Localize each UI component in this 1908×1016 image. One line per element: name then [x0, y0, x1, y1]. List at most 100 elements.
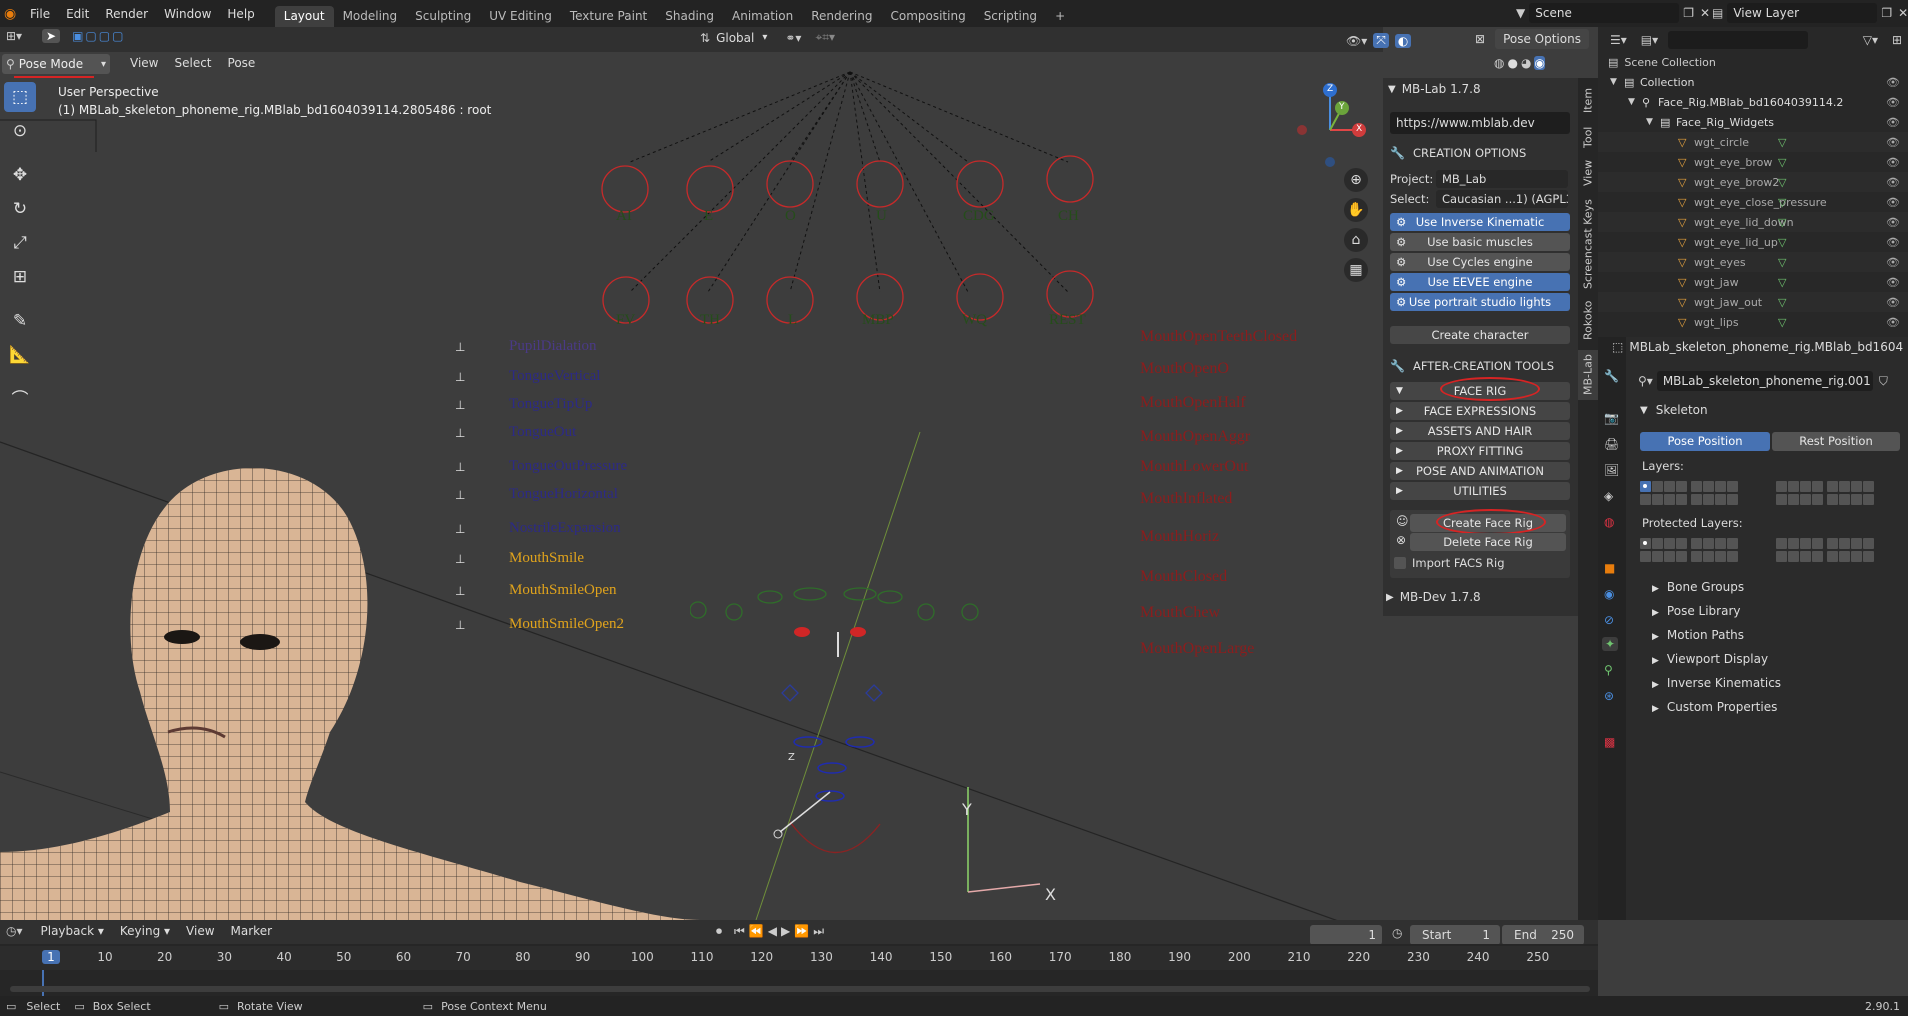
layer-cell[interactable] — [1863, 481, 1874, 492]
texture-tab-icon[interactable]: ▩ — [1604, 735, 1615, 749]
layer-cell[interactable] — [1664, 481, 1675, 492]
eye-icon[interactable]: 👁 — [1886, 236, 1900, 249]
menu-pose[interactable]: Pose — [220, 56, 264, 70]
layer-cell[interactable] — [1727, 551, 1738, 562]
creation-toggle-button[interactable]: ⚙ Use portrait studio lights — [1390, 293, 1570, 311]
layer-cell[interactable] — [1800, 494, 1811, 505]
layer-cell[interactable] — [1800, 551, 1811, 562]
delete-scene-icon[interactable]: ✕ — [1700, 6, 1710, 20]
layer-cell[interactable] — [1664, 494, 1675, 505]
layer-cell[interactable] — [1715, 481, 1726, 492]
skeleton-panel-header[interactable]: ▼ Skeleton — [1640, 403, 1708, 417]
outliner-search-input[interactable] — [1668, 31, 1809, 49]
layer-cell[interactable] — [1727, 494, 1738, 505]
rendered-shading-icon[interactable]: ◉ — [1534, 56, 1545, 70]
tool-tab-icon[interactable]: 🔧 — [1604, 369, 1619, 383]
playback-dropdown[interactable]: Playback ▾ — [33, 924, 112, 938]
camera-icon[interactable]: ⌂ — [1344, 228, 1368, 252]
layer-cell[interactable] — [1827, 551, 1838, 562]
delete-view-layer-icon[interactable]: ✕ — [1898, 6, 1908, 20]
shape-key-label[interactable]: MouthOpenHalf — [1140, 394, 1246, 412]
import-facs-row[interactable]: Import FACS Rig — [1394, 556, 1505, 570]
outliner-row[interactable]: ▽ 👁 wgt_eye_brow ▽ — [1598, 152, 1908, 172]
properties-subpanel[interactable]: ▶ Motion Paths — [1652, 628, 1744, 642]
viewport[interactable]: AI E O U CDG CH FV TH L MBP WQ REST ⊥ Pup… — [0, 52, 1383, 920]
tab-layout[interactable]: Layout — [274, 6, 334, 27]
pan-hand-icon[interactable]: ✋ — [1344, 198, 1368, 222]
eye-icon[interactable]: 👁 — [1886, 96, 1900, 109]
disclosure-arrow-icon[interactable]: ▼ — [1610, 77, 1617, 87]
tab-scripting[interactable]: Scripting — [975, 6, 1046, 27]
scene-field[interactable]: Scene — [1529, 3, 1680, 23]
outliner-row[interactable]: ▽ 👁 wgt_eyes ▽ — [1598, 252, 1908, 272]
transform-tool-icon[interactable]: ⊞ — [4, 262, 36, 292]
scene-tab-icon[interactable]: ◈ — [1604, 489, 1613, 503]
tab-item[interactable]: Item — [1578, 82, 1598, 118]
layer-cell[interactable] — [1664, 538, 1675, 549]
shape-key-label[interactable]: MouthOpenAggr — [1140, 428, 1250, 446]
tab-rendering[interactable]: Rendering — [802, 6, 881, 27]
layer-cell[interactable] — [1776, 481, 1787, 492]
display-mode-icon[interactable]: ▤▾ — [1641, 33, 1658, 47]
material-shading-icon[interactable]: ◕ — [1521, 56, 1531, 70]
tab-compositing[interactable]: Compositing — [881, 6, 974, 27]
outliner-row[interactable]: ▽ 👁 wgt_jaw_out ▽ — [1598, 292, 1908, 312]
eye-icon[interactable]: 👁 — [1886, 256, 1900, 269]
clock-icon[interactable]: ◷▾ — [6, 924, 23, 938]
armature-name-field[interactable]: MBLab_skeleton_phoneme_rig.001 — [1656, 371, 1873, 391]
layer-cell[interactable] — [1727, 481, 1738, 492]
jump-start-icon[interactable]: ⏮ — [734, 924, 745, 939]
layer-cell[interactable] — [1652, 538, 1663, 549]
layer-cell[interactable] — [1676, 481, 1687, 492]
layer-cell[interactable] — [1851, 481, 1862, 492]
menu-timeline-view[interactable]: View — [178, 924, 222, 938]
menu-window[interactable]: Window — [156, 7, 219, 21]
layer-cell[interactable] — [1812, 494, 1823, 505]
shape-key-label[interactable]: MouthHoriz — [1140, 528, 1219, 546]
outliner-row[interactable]: ▽ 👁 wgt_jaw ▽ — [1598, 272, 1908, 292]
layer-cell[interactable] — [1676, 494, 1687, 505]
mbdev-panel-header[interactable]: ▶ MB-Dev 1.7.8 — [1386, 590, 1481, 604]
tab-modeling[interactable]: Modeling — [334, 6, 407, 27]
mblab-panel-header[interactable]: ▼ MB-Lab 1.7.8 — [1388, 82, 1481, 96]
eye-icon[interactable]: 👁 — [1886, 116, 1900, 129]
end-frame-field[interactable]: End 250 — [1502, 925, 1584, 945]
eye-icon[interactable]: 👁 — [1886, 76, 1900, 89]
layer-cell[interactable] — [1640, 494, 1651, 505]
layer-cell[interactable] — [1727, 538, 1738, 549]
url-field[interactable]: https://www.mblab.dev — [1390, 112, 1570, 134]
eye-icon[interactable]: 👁 — [1886, 216, 1900, 229]
eye-icon[interactable]: 👁 — [1886, 196, 1900, 209]
layer-cell[interactable] — [1691, 481, 1702, 492]
outliner-row[interactable]: ▽ 👁 wgt_eye_brow2 ▽ — [1598, 172, 1908, 192]
layer-cell[interactable] — [1851, 538, 1862, 549]
menu-marker[interactable]: Marker — [223, 924, 280, 938]
section-toggle-button[interactable]: ▶ PROXY FITTING — [1390, 442, 1570, 460]
layer-cell[interactable] — [1715, 494, 1726, 505]
play-icon[interactable]: ▶ — [781, 924, 790, 939]
timeline-ruler[interactable]: 1 10 20 30 40 50 60 70 80 90 100 110 120 130 140 150 160… — [0, 946, 1598, 970]
annotate-tool-icon[interactable]: ✎ — [4, 306, 36, 336]
layer-cell[interactable] — [1676, 538, 1687, 549]
eye-icon[interactable]: 👁 — [1886, 156, 1900, 169]
shape-key-label[interactable]: MouthLowerOut — [1140, 458, 1248, 476]
section-toggle-button[interactable]: ▶ FACE EXPRESSIONS — [1390, 402, 1570, 420]
constraints-tab-icon[interactable]: ⊘ — [1604, 613, 1614, 627]
bone-constraints-tab-icon[interactable]: ⊛ — [1604, 689, 1614, 703]
play-reverse-icon[interactable]: ◀ — [768, 924, 777, 939]
outliner-row[interactable]: ▽ 👁 wgt_eye_lid_down ▽ — [1598, 212, 1908, 232]
outliner-row[interactable]: ▽ 👁 wgt_eye_close_pressure ▽ — [1598, 192, 1908, 212]
layer-cell[interactable] — [1788, 551, 1799, 562]
layer-cell[interactable] — [1640, 538, 1651, 549]
tab-view[interactable]: View — [1578, 156, 1598, 190]
layer-cell[interactable] — [1863, 538, 1874, 549]
menu-help[interactable]: Help — [219, 7, 262, 21]
layers-grid-right[interactable] — [1776, 481, 1906, 507]
rotate-tool-icon[interactable]: ↻ — [4, 194, 36, 224]
output-tab-icon[interactable]: 🖨 — [1604, 437, 1619, 451]
outliner-editor-icon[interactable]: ☰▾ — [1610, 33, 1627, 47]
layer-cell[interactable] — [1851, 551, 1862, 562]
layer-cell[interactable] — [1827, 538, 1838, 549]
disclosure-arrow-icon[interactable]: ▼ — [1646, 117, 1653, 127]
properties-subpanel[interactable]: ▶ Inverse Kinematics — [1652, 676, 1781, 690]
